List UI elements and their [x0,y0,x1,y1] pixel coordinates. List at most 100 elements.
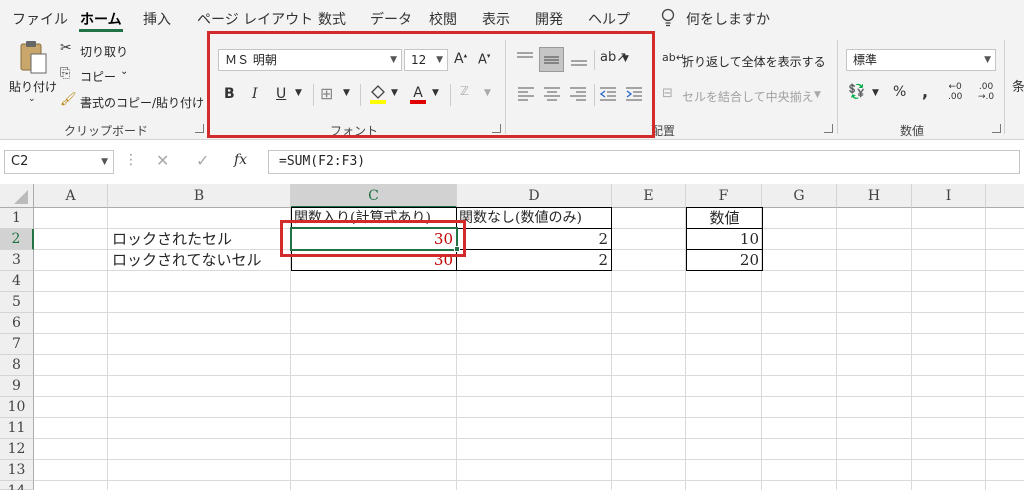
cut-button[interactable]: 切り取り [80,43,128,60]
merge-center-button[interactable]: セルを結合して中央揃え [682,88,814,105]
gridline [34,375,1024,376]
paste-icon[interactable] [18,40,48,76]
decrease-decimal-icon[interactable]: .00 →.0 [978,82,994,102]
column-header-a[interactable]: A [34,184,108,208]
gridline [34,312,1024,313]
paste-button[interactable]: 貼り付け [9,78,57,95]
paste-dropdown-icon[interactable]: ⌄ [28,94,36,104]
name-box-value: C2 [11,154,29,169]
number-format-value: 標準 [853,53,878,67]
cancel-icon[interactable]: ✕ [156,151,169,170]
number-launcher-icon[interactable] [992,124,1001,133]
gridline [985,208,986,490]
select-all-triangle-icon [14,190,28,204]
cell-b2[interactable]: ロックされたセル [112,229,232,250]
formula-bar-grip-icon: ⋮ [124,152,138,168]
tab-page-layout[interactable]: ページ レイアウト [197,9,313,29]
gridline [34,354,1024,355]
tab-data[interactable]: データ [370,9,412,29]
ribbon-home: 貼り付け ⌄ ✂ 切り取り ⎘ コピー ⌄ 🖌 書式のコピー/貼り付け クリップ… [0,31,1024,140]
row-header-9[interactable]: 9 [0,376,34,397]
number-format-select[interactable]: 標準 ▼ [846,49,996,71]
merge-center-icon: ⊟ [662,86,673,101]
copy-button[interactable]: コピー [80,68,116,85]
tab-formulas[interactable]: 数式 [318,9,346,29]
row-header-8[interactable]: 8 [0,355,34,376]
gridline [34,333,1024,334]
tab-review[interactable]: 校閲 [429,9,457,29]
active-tab-indicator [79,29,123,32]
formula-bar: C2 ▼ ⋮ ✕ ✓ fx =SUM(F2:F3) [0,148,1024,178]
column-header-e[interactable]: E [612,184,686,208]
tab-help[interactable]: ヘルプ [588,9,630,29]
lightbulb-icon[interactable] [660,8,676,28]
cell-highlight-box [280,220,466,257]
select-all-corner[interactable] [0,184,34,208]
font-group-highlight-box [207,31,655,138]
tab-view[interactable]: 表示 [482,9,510,29]
row-header-4[interactable]: 4 [0,271,34,292]
column-header-i[interactable]: I [912,184,986,208]
comma-style-icon[interactable]: , [922,82,928,101]
row-header-1[interactable]: 1 [0,208,34,229]
merge-dropdown-icon[interactable]: ▼ [814,90,821,100]
copy-dropdown-icon[interactable]: ⌄ [120,66,128,77]
copy-icon: ⎘ [60,66,71,81]
gridline [34,480,1024,481]
tab-insert[interactable]: 挿入 [143,9,171,29]
insert-function-button[interactable]: fx [234,152,247,168]
clipboard-launcher-icon[interactable] [195,124,204,133]
cell-f3[interactable]: 20 [686,249,763,271]
column-header-d[interactable]: D [457,184,612,208]
row-header-2[interactable]: 2 [0,229,34,250]
alignment-launcher-icon[interactable] [824,124,833,133]
column-header-overflow [986,184,1024,208]
gridline [107,208,108,490]
chevron-down-icon: ▼ [101,157,108,167]
tab-developer[interactable]: 開発 [535,9,563,29]
cell-b3[interactable]: ロックされてないセル [112,250,262,271]
accounting-dropdown-icon[interactable]: ▼ [872,88,879,98]
increase-decimal-icon[interactable]: ←0.00 [948,82,962,102]
column-header-f[interactable]: F [686,184,762,208]
cell-d1[interactable]: 関数なし(数値のみ) [456,207,612,229]
number-group-label: 数値 [900,124,925,138]
cell-d2[interactable]: 2 [456,228,612,250]
column-header-h[interactable]: H [837,184,912,208]
column-header-b[interactable]: B [108,184,291,208]
wrap-text-button[interactable]: 折り返して全体を表示する [682,53,826,70]
row-header-5[interactable]: 5 [0,292,34,313]
column-header-c[interactable]: C [291,184,457,208]
format-painter-icon: 🖌 [60,92,77,107]
clipboard-group-label: クリップボード [64,124,149,138]
row-header-13[interactable]: 13 [0,460,34,481]
gridline [34,438,1024,439]
percent-style-icon[interactable]: % [893,84,906,100]
row-header-3[interactable]: 3 [0,250,34,271]
column-header-g[interactable]: G [762,184,837,208]
conditional-format-icon[interactable]: 条 [1012,76,1024,95]
tab-home[interactable]: ホーム [80,9,122,29]
name-box[interactable]: C2 ▼ [4,150,114,174]
tab-file[interactable]: ファイル [12,9,68,29]
group-separator [837,40,838,134]
cell-d3[interactable]: 2 [456,249,612,271]
cell-f2[interactable]: 10 [686,228,763,250]
formula-text: =SUM(F2:F3) [279,154,366,169]
row-header-14[interactable]: 14 [0,481,34,490]
accounting-format-icon[interactable]: 💱 [848,84,865,100]
group-separator [1004,40,1005,134]
gridline [34,459,1024,460]
tell-me-search[interactable]: 何をしますか [686,9,770,29]
scissors-icon: ✂ [60,40,72,56]
worksheet-grid[interactable]: A B C D E F G H I 1 2 3 4 5 6 7 8 9 10 1… [0,184,1024,490]
row-header-10[interactable]: 10 [0,397,34,418]
formula-input[interactable]: =SUM(F2:F3) [268,150,1020,174]
row-header-12[interactable]: 12 [0,439,34,460]
row-header-6[interactable]: 6 [0,313,34,334]
row-header-11[interactable]: 11 [0,418,34,439]
row-header-7[interactable]: 7 [0,334,34,355]
cell-f1[interactable]: 数値 [686,207,763,229]
format-painter-button[interactable]: 書式のコピー/貼り付け [80,94,204,111]
enter-icon[interactable]: ✓ [196,151,209,170]
